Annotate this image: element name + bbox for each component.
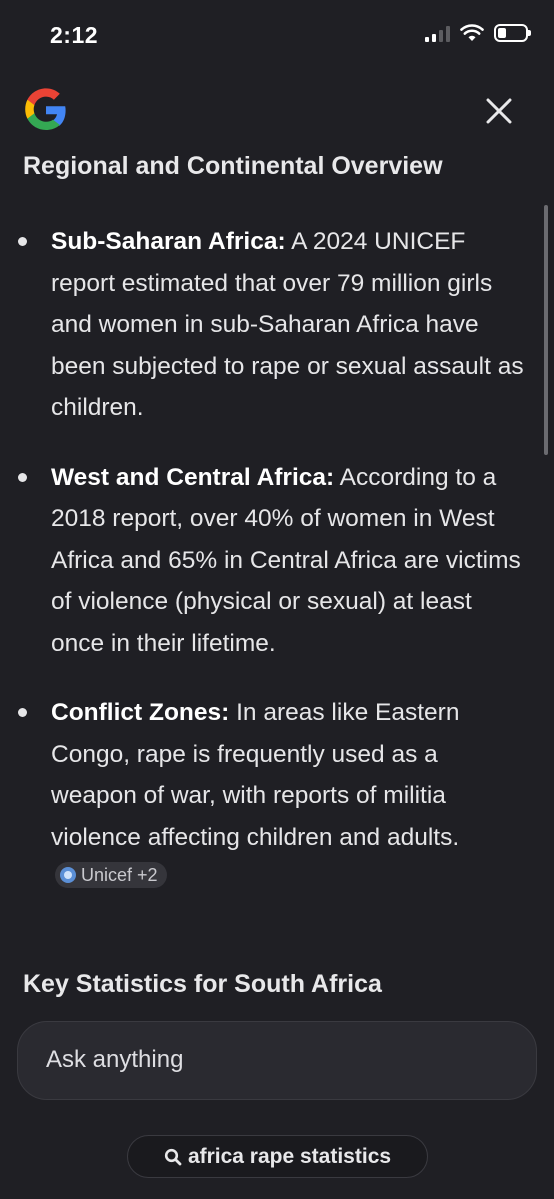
ask-input-box[interactable]	[17, 1021, 537, 1100]
bullet-label: Sub-Saharan Africa:	[51, 228, 286, 255]
close-icon[interactable]	[484, 96, 514, 126]
battery-icon	[494, 24, 531, 42]
bullet-text: According to a 2018 report, over 40% of …	[51, 463, 521, 657]
bullet-dot	[18, 472, 27, 482]
search-query-pill[interactable]: africa rape statistics	[127, 1135, 428, 1178]
list-item: Sub-Saharan Africa: A 2024 UNICEF report…	[0, 221, 554, 429]
search-icon	[164, 1148, 182, 1165]
screen: 2:12 Regional and Continental Overview S…	[0, 0, 554, 1199]
bullet-list: Sub-Saharan Africa: A 2024 UNICEF report…	[0, 221, 554, 900]
search-query-text: africa rape statistics	[187, 1144, 392, 1168]
wifi-icon	[460, 24, 484, 41]
source-chip[interactable]: Unicef +2	[55, 862, 167, 888]
section-title: Key Statistics for South Africa	[23, 970, 382, 998]
bullet-label: West and Central Africa:	[51, 463, 335, 491]
bullet-dot	[18, 708, 27, 717]
list-item: West and Central Africa: According to a …	[0, 457, 554, 665]
answer-content: Regional and Continental Overview Sub-Sa…	[0, 146, 554, 928]
globe-icon	[60, 867, 76, 883]
ask-input[interactable]	[46, 1046, 506, 1074]
bullet-label: Conflict Zones:	[51, 699, 230, 726]
status-time: 2:12	[50, 22, 99, 48]
bullet-text: A 2024 UNICEF report estimated that over…	[51, 228, 524, 421]
cellular-signal-icon	[425, 24, 450, 42]
status-icons	[425, 24, 531, 42]
bullet-dot	[18, 237, 27, 246]
section-title: Regional and Continental Overview	[23, 152, 443, 180]
list-item: Conflict Zones: In areas like Eastern Co…	[0, 692, 554, 900]
source-chip-label: Unicef +2	[81, 865, 158, 885]
status-bar: 2:12	[0, 0, 554, 70]
google-logo-icon	[25, 88, 66, 130]
